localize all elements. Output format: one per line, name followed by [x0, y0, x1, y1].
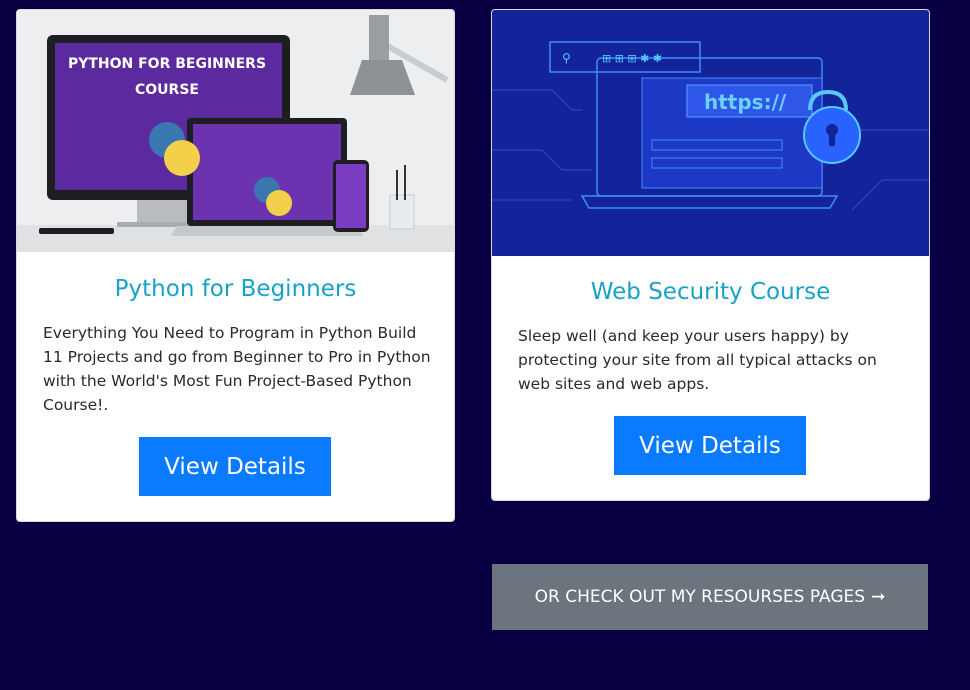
view-details-button[interactable]: View Details: [139, 437, 331, 496]
python-course-image: PYTHON FOR BEGINNERS COURSE: [17, 10, 454, 252]
web-security-image: ⊞ ⊞ ⊞ ✱ ✱ ⚲ https://: [492, 10, 929, 256]
card-title: Python for Beginners: [114, 276, 357, 302]
card-title: Web Security Course: [590, 279, 831, 305]
card-description: Everything You Need to Program in Python…: [43, 324, 431, 414]
course-card-web-security: ⊞ ⊞ ⊞ ✱ ✱ ⚲ https:// Web Security Course…: [491, 9, 930, 501]
image-text-top: PYTHON FOR BEGINNERS: [68, 56, 266, 72]
card-description: Sleep well (and keep your users happy) b…: [518, 327, 877, 393]
image-text-bottom: COURSE: [135, 82, 199, 98]
resources-pages-button[interactable]: OR CHECK OUT MY RESOURSES PAGES ➞: [492, 564, 928, 630]
resources-button-label: OR CHECK OUT MY RESOURSES PAGES: [534, 587, 866, 607]
https-label: https://: [704, 90, 787, 114]
svg-text:⚲: ⚲: [562, 51, 571, 65]
svg-text:⊞ ⊞ ⊞ ✱ ✱: ⊞ ⊞ ⊞ ✱ ✱: [602, 52, 662, 65]
arrow-right-icon: ➞: [871, 587, 886, 607]
view-details-button[interactable]: View Details: [614, 416, 806, 475]
course-card-python: PYTHON FOR BEGINNERS COURSE Python for B…: [16, 9, 455, 522]
